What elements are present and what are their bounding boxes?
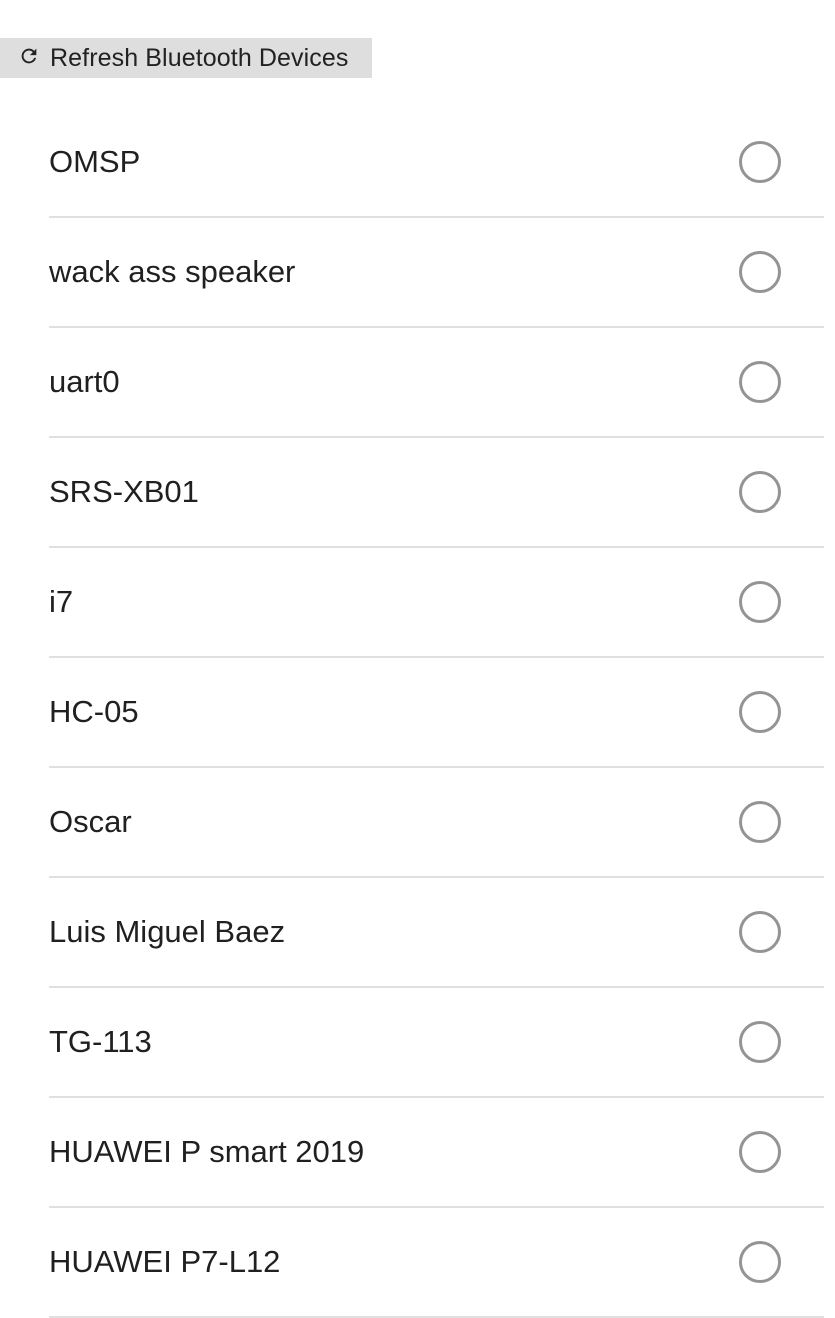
- device-list-item[interactable]: OMSP: [49, 108, 824, 218]
- device-name: OMSP: [49, 144, 141, 179]
- device-list-item[interactable]: Oscar: [49, 768, 824, 878]
- device-name: HUAWEI P smart 2019: [49, 1134, 365, 1169]
- device-name: uart0: [49, 364, 120, 399]
- device-radio-button[interactable]: [739, 581, 781, 623]
- device-name: wack ass speaker: [49, 254, 296, 289]
- device-radio-button[interactable]: [739, 691, 781, 733]
- device-list-item[interactable]: SRS-XB01: [49, 438, 824, 548]
- device-name: i7: [49, 584, 74, 619]
- device-radio-button[interactable]: [739, 801, 781, 843]
- device-radio-button[interactable]: [739, 471, 781, 513]
- device-list-item[interactable]: TG-113: [49, 988, 824, 1098]
- bluetooth-device-list: OMSP wack ass speaker uart0 SRS-XB01 i7 …: [49, 108, 824, 1318]
- device-list-item[interactable]: uart0: [49, 328, 824, 438]
- device-name: HUAWEI P7-L12: [49, 1244, 281, 1279]
- device-list-item[interactable]: HUAWEI P smart 2019: [49, 1098, 824, 1208]
- device-radio-button[interactable]: [739, 1241, 781, 1283]
- device-name: SRS-XB01: [49, 474, 199, 509]
- device-name: HC-05: [49, 694, 139, 729]
- device-radio-button[interactable]: [739, 911, 781, 953]
- device-radio-button[interactable]: [739, 251, 781, 293]
- device-name: TG-113: [49, 1024, 152, 1059]
- device-list-item[interactable]: i7: [49, 548, 824, 658]
- device-list-item[interactable]: HUAWEI P7-L12: [49, 1208, 824, 1318]
- device-radio-button[interactable]: [739, 1131, 781, 1173]
- refresh-icon: [18, 45, 40, 67]
- refresh-button-label: Refresh Bluetooth Devices: [50, 43, 349, 72]
- device-name: Oscar: [49, 804, 132, 839]
- device-list-item[interactable]: wack ass speaker: [49, 218, 824, 328]
- device-name: Luis Miguel Baez: [49, 914, 286, 949]
- refresh-bluetooth-devices-button[interactable]: Refresh Bluetooth Devices: [0, 38, 372, 78]
- device-list-item[interactable]: Luis Miguel Baez: [49, 878, 824, 988]
- device-radio-button[interactable]: [739, 1021, 781, 1063]
- device-radio-button[interactable]: [739, 361, 781, 403]
- device-radio-button[interactable]: [739, 141, 781, 183]
- device-list-item[interactable]: HC-05: [49, 658, 824, 768]
